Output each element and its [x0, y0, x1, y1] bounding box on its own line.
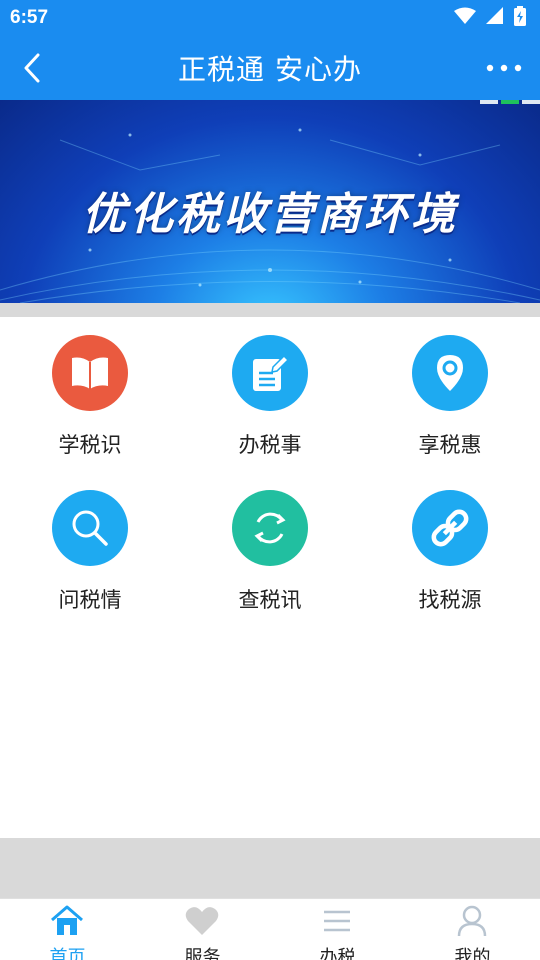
status-time: 6:57	[10, 7, 49, 28]
status-bar: 6:57	[0, 0, 540, 36]
more-dots-icon	[486, 64, 522, 72]
function-grid: 学税识 办税事 享税惠 问税情 查税讯 找税源	[0, 317, 540, 627]
tab-label: 办税	[319, 947, 356, 960]
indicator-dot	[501, 100, 519, 104]
search-icon	[52, 490, 128, 566]
indicator-dot	[480, 100, 498, 104]
tab-handle-tax[interactable]: 办税	[270, 899, 405, 960]
tab-service[interactable]: 服务	[135, 899, 270, 960]
battery-charging-icon	[514, 6, 526, 30]
app-screen: 6:57 正税通 安心办 优化税收营商环境 学税识 办税事 享税惠 问税情 查税…	[0, 0, 540, 960]
grid-label: 学税识	[58, 433, 122, 457]
document-pen-icon	[232, 335, 308, 411]
grid-label: 问税情	[58, 588, 122, 612]
heart-icon	[182, 903, 222, 939]
wifi-icon	[454, 7, 476, 29]
page-title: 正税通 安心办	[178, 53, 362, 86]
signal-icon	[486, 7, 504, 29]
grid-item-tax-benefit[interactable]: 享税惠	[360, 317, 540, 467]
grid-label: 办税事	[238, 433, 302, 457]
status-icons	[454, 6, 526, 30]
tab-label: 服务	[184, 947, 221, 960]
banner-page-indicator	[480, 100, 540, 104]
grid-label: 找税源	[418, 588, 482, 612]
grid-label: 查税讯	[238, 588, 302, 612]
indicator-dot	[522, 100, 540, 104]
grid-label: 享税惠	[418, 433, 482, 457]
bottom-tab-bar: 首页 服务 办税 我的	[0, 898, 540, 960]
more-button[interactable]	[482, 50, 526, 86]
banner-headline: 优化税收营商环境	[82, 189, 458, 240]
grid-item-ask-tax[interactable]: 问税情	[0, 472, 180, 622]
grid-item-learn-tax[interactable]: 学税识	[0, 317, 180, 467]
link-icon	[412, 490, 488, 566]
tab-label: 我的	[454, 947, 491, 960]
tab-label: 首页	[49, 947, 86, 960]
menu-lines-icon	[317, 903, 357, 939]
book-icon	[52, 335, 128, 411]
grid-item-check-tax-news[interactable]: 查税讯	[180, 472, 360, 622]
tab-mine[interactable]: 我的	[405, 899, 540, 960]
title-bar: 正税通 安心办	[0, 36, 540, 100]
bottom-gray-area	[0, 838, 540, 898]
tab-home[interactable]: 首页	[0, 899, 135, 960]
section-divider	[0, 303, 540, 317]
promo-banner[interactable]: 优化税收营商环境	[0, 100, 540, 303]
grid-item-handle-tax[interactable]: 办税事	[180, 317, 360, 467]
user-icon	[452, 903, 492, 939]
grid-item-find-tax-source[interactable]: 找税源	[360, 472, 540, 622]
location-pin-icon	[412, 335, 488, 411]
home-icon	[47, 903, 87, 939]
refresh-icon	[232, 490, 308, 566]
